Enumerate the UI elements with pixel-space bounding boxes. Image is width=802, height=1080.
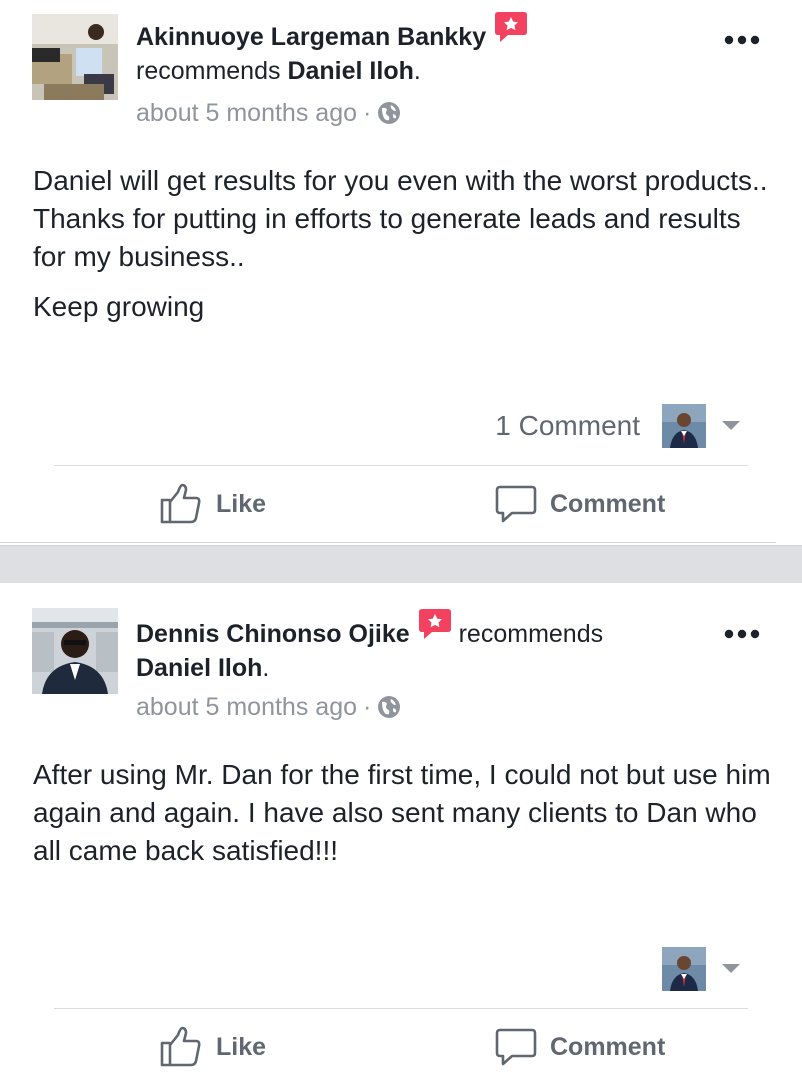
- comment-label: Comment: [550, 489, 666, 518]
- recommends-label: recommends: [458, 620, 604, 648]
- comment-button[interactable]: Comment: [494, 1017, 665, 1077]
- comment-label: Comment: [550, 1032, 666, 1061]
- comment-count[interactable]: 1 Comment: [495, 410, 640, 442]
- post-header: Akinnuoye Largeman Bankky recommends Dan…: [136, 12, 528, 88]
- like-label: Like: [216, 1032, 267, 1061]
- recommendation-post: Dennis Chinonso Ojike recommends Daniel …: [0, 583, 802, 1080]
- recommendation-post: Akinnuoye Largeman Bankky recommends Dan…: [0, 0, 802, 545]
- post-body: After using Mr. Dan for the first time, …: [33, 756, 773, 882]
- chevron-down-icon[interactable]: [720, 418, 742, 432]
- recommended-page-name[interactable]: Daniel Iloh: [287, 57, 413, 85]
- timestamp[interactable]: about 5 months ago: [136, 693, 357, 721]
- reactions-row: [0, 947, 802, 993]
- post-header: Dennis Chinonso Ojike recommends Daniel …: [136, 609, 756, 685]
- post-meta: about 5 months ago ·: [136, 96, 401, 130]
- recommendation-badge-icon: [494, 10, 528, 44]
- author-name[interactable]: Akinnuoye Largeman Bankky: [136, 23, 486, 51]
- timestamp[interactable]: about 5 months ago: [136, 99, 357, 127]
- comment-bubble-icon: [495, 485, 537, 523]
- commenter-avatar[interactable]: [662, 404, 706, 448]
- post-body-paragraph: Daniel will get results for you even wit…: [33, 165, 768, 272]
- feed-separator: [0, 545, 802, 583]
- post-body: Daniel will get results for you even wit…: [33, 162, 773, 338]
- chevron-down-icon[interactable]: [720, 961, 742, 975]
- post-body-paragraph: Keep growing: [33, 291, 205, 322]
- recommended-page-name[interactable]: Daniel Iloh: [136, 654, 262, 682]
- recommends-label: recommends: [136, 57, 281, 85]
- like-button[interactable]: Like: [158, 1017, 266, 1077]
- comment-button[interactable]: Comment: [494, 474, 665, 534]
- divider: [54, 465, 748, 466]
- more-options-icon[interactable]: [722, 30, 762, 50]
- post-actions: Like Comment: [0, 474, 802, 534]
- divider: [54, 1008, 748, 1009]
- recommendation-badge-icon: [418, 607, 452, 641]
- post-actions: Like Comment: [0, 1017, 802, 1077]
- author-avatar[interactable]: [32, 14, 118, 100]
- header-period: .: [413, 57, 421, 85]
- more-options-icon[interactable]: [722, 624, 762, 644]
- comment-bubble-icon: [495, 1028, 537, 1066]
- reactions-row: 1 Comment: [0, 404, 802, 450]
- thumbs-up-icon: [160, 1026, 201, 1067]
- post-bottom-border: [0, 542, 776, 543]
- author-name[interactable]: Dennis Chinonso Ojike: [136, 620, 410, 648]
- thumbs-up-icon: [160, 483, 201, 524]
- like-button[interactable]: Like: [158, 474, 266, 534]
- like-label: Like: [216, 489, 267, 518]
- meta-separator: ·: [363, 99, 372, 127]
- author-avatar[interactable]: [32, 608, 118, 694]
- meta-separator: ·: [363, 693, 372, 721]
- globe-icon: [377, 694, 401, 719]
- post-meta: about 5 months ago ·: [136, 690, 401, 724]
- globe-icon: [377, 100, 401, 125]
- post-body-paragraph: After using Mr. Dan for the first time, …: [33, 759, 771, 866]
- commenter-avatar[interactable]: [662, 947, 706, 991]
- header-period: .: [262, 654, 270, 682]
